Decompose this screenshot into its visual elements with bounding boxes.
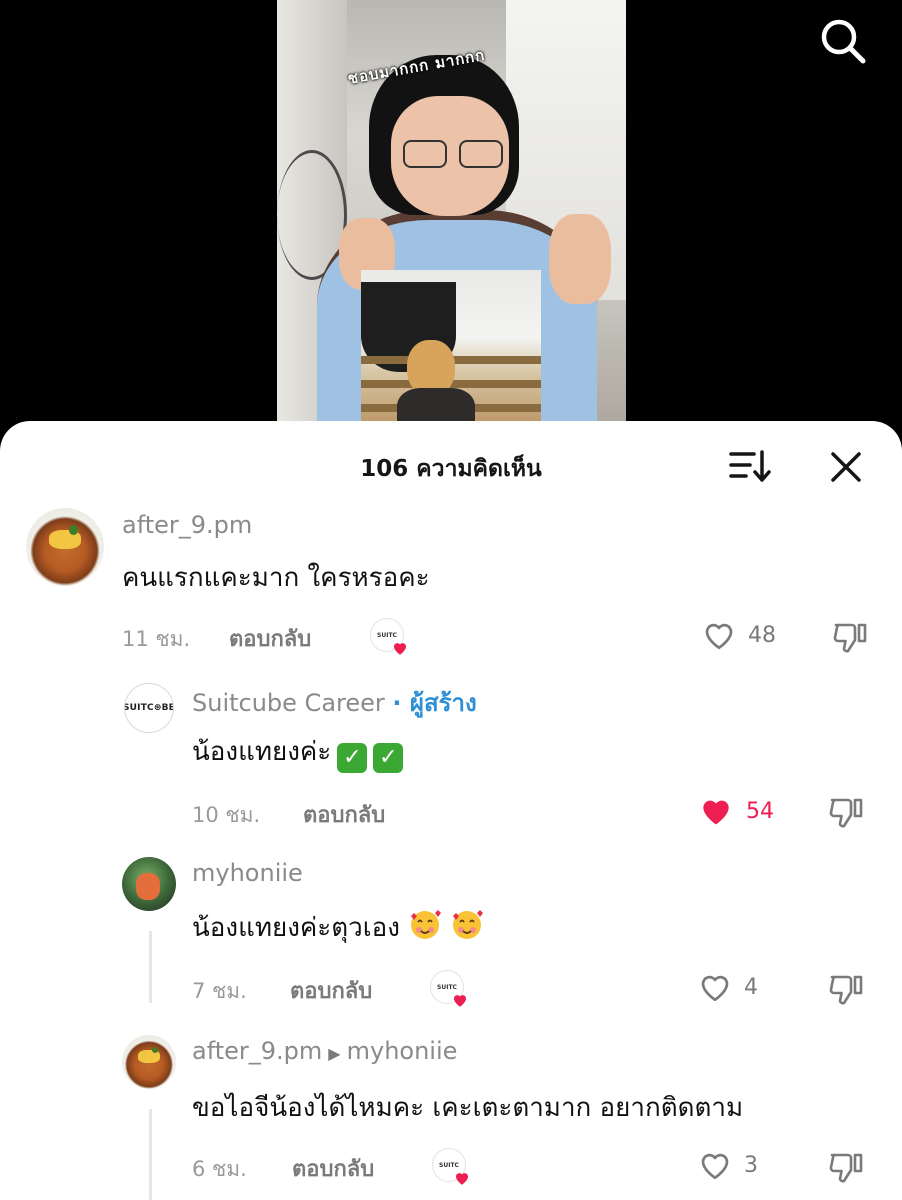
avatar-graphic [135, 873, 160, 901]
avatar[interactable] [122, 1035, 176, 1089]
comment-timestamp: 11 ชม. [122, 627, 191, 651]
sort-button[interactable] [728, 449, 772, 483]
close-button[interactable] [826, 447, 866, 487]
avatar-graphic [68, 525, 79, 535]
comment-text-content: น้องแทยงค่ะ [192, 737, 332, 767]
avatar-brand-text: SUITC⊛BE [124, 703, 174, 713]
comment-username[interactable]: after_9.pm [122, 511, 252, 539]
creator-liked-badge: SUITC [430, 970, 466, 1007]
reply-button[interactable]: ตอบกลับ [229, 621, 311, 656]
search-icon [821, 19, 866, 64]
comment-text: น้องแทยงค่ะตุวเอง [192, 907, 484, 948]
smiling-hearts-emoji [453, 910, 484, 939]
smiling-hearts-emoji [411, 910, 442, 939]
thumbs-down-icon [829, 798, 863, 828]
search-button[interactable] [818, 16, 868, 66]
video-frame[interactable]: ชอบมากกก มากกก [277, 0, 626, 440]
avatar[interactable] [122, 857, 176, 911]
thumbs-down-icon [829, 975, 863, 1005]
inset-photo [361, 270, 541, 440]
like-button[interactable]: 48 [700, 617, 776, 653]
dislike-button[interactable] [826, 969, 866, 1009]
heart-icon [701, 975, 729, 1002]
heart-icon [394, 643, 406, 655]
heart-icon [701, 1153, 729, 1180]
comment-text: คนแรกแคะมาก ใครหรอคะ [122, 563, 430, 593]
like-count: 4 [744, 974, 758, 1000]
heart-icon [705, 623, 733, 650]
comment-text: ขอไอจีน้องได้ไหมคะ เคะเตะตามาก อยากติดตา… [192, 1093, 744, 1123]
creator-badge-text: SUITC [377, 631, 397, 639]
creator-liked-badge: SUITC [432, 1148, 468, 1185]
heart-icon [703, 800, 729, 825]
comment-text-content: น้องแทยงค่ะตุวเอง [192, 913, 400, 943]
reply-button[interactable]: ตอบกลับ [290, 973, 372, 1008]
comment-timestamp: 6 ชม. [192, 1157, 247, 1181]
comment-text: น้องแทยงค่ะ ✓ ✓ [192, 731, 404, 773]
like-count: 48 [748, 622, 776, 648]
like-count: 3 [744, 1152, 758, 1178]
creator-badge-text: SUITC [437, 983, 457, 991]
thread-line [149, 931, 152, 1003]
thread-line [149, 1109, 152, 1200]
dislike-button[interactable] [830, 617, 870, 657]
heart-icon [456, 1173, 468, 1185]
dislike-button[interactable] [826, 792, 866, 832]
like-count: 54 [746, 798, 774, 824]
avatar[interactable] [26, 508, 104, 586]
reply-button[interactable]: ตอบกลับ [292, 1151, 374, 1186]
creator-badge-text: SUITC [439, 1161, 459, 1169]
like-button[interactable]: 54 [696, 792, 774, 830]
avatar[interactable]: SUITC⊛BE [124, 683, 174, 733]
comments-sheet: 106 ความคิดเห็น after_9.pm คนแรกแคะมาก ใ… [0, 421, 902, 1200]
close-icon [831, 452, 861, 482]
check-mark-emoji: ✓ [373, 743, 404, 773]
like-button[interactable]: 3 [696, 1147, 758, 1183]
video-player[interactable]: ชอบมากกก มากกก [0, 0, 902, 440]
comment-username[interactable]: after_9.pm ▶ myhoniie [192, 1037, 457, 1065]
thumbs-down-icon [833, 623, 867, 653]
creator-badge: · ผู้สร้าง [392, 689, 477, 717]
glasses-graphic [403, 140, 507, 170]
username-text: Suitcube Career [192, 689, 385, 717]
thumbs-down-icon [829, 1153, 863, 1183]
reply-arrow-icon: ▶ [328, 1044, 341, 1063]
username-text: after_9.pm [192, 1037, 323, 1065]
person-hand-right [549, 214, 611, 304]
dislike-button[interactable] [826, 1147, 866, 1187]
reply-to-username[interactable]: myhoniie [347, 1037, 458, 1065]
sort-icon [729, 450, 771, 482]
creator-liked-badge: SUITC [370, 618, 406, 655]
comment-timestamp: 10 ชม. [192, 803, 261, 827]
comment-username[interactable]: Suitcube Career · ผู้สร้าง [192, 683, 477, 722]
reply-button[interactable]: ตอบกลับ [303, 797, 385, 832]
like-button[interactable]: 4 [696, 969, 758, 1005]
check-mark-emoji: ✓ [337, 743, 368, 773]
comment-username[interactable]: myhoniie [192, 859, 303, 887]
heart-icon [454, 995, 466, 1007]
comment-timestamp: 7 ชม. [192, 979, 247, 1003]
